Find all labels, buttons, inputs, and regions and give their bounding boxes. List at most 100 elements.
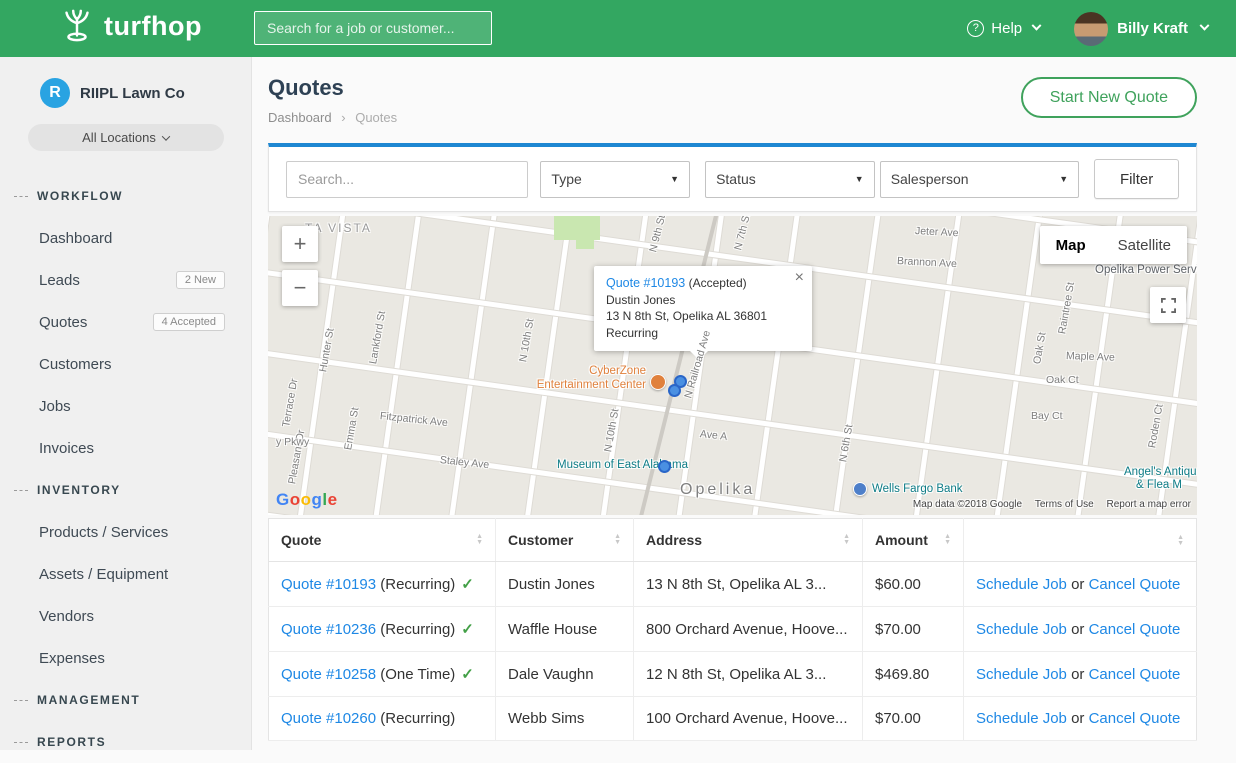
actions-cell: Schedule Job or Cancel Quote: [964, 607, 1197, 652]
park-area: [554, 216, 600, 240]
customer-cell: Dustin Jones: [496, 562, 634, 607]
sort-icon[interactable]: ▲▼: [843, 534, 850, 546]
user-name: Billy Kraft: [1117, 20, 1188, 37]
chevron-down-icon: [1200, 21, 1210, 31]
quote-link[interactable]: Quote #10193: [281, 576, 376, 593]
sidebar-item-vendors[interactable]: Vendors: [0, 595, 251, 637]
quote-link[interactable]: Quote #10260: [281, 710, 376, 727]
avatar: [1074, 12, 1108, 46]
sidebar-item-products-services[interactable]: Products / Services: [0, 511, 251, 553]
poi-power-service: Opelika Power Service: [1095, 264, 1197, 276]
sidebar-section-reports: Reports: [0, 721, 251, 763]
fullscreen-button[interactable]: [1150, 287, 1186, 323]
zoom-out-button[interactable]: −: [282, 270, 318, 306]
turfhop-logo-icon: [58, 8, 96, 44]
poi-icon: [650, 374, 666, 390]
chevron-down-icon: [1032, 21, 1042, 31]
cancel-quote-link[interactable]: Cancel Quote: [1089, 576, 1181, 593]
status-select[interactable]: Status ▼: [705, 161, 875, 198]
sort-icon[interactable]: ▲▼: [476, 534, 483, 546]
breadcrumb: Dashboard › Quotes: [268, 110, 397, 125]
road-line: [809, 216, 900, 515]
type-select-value: Type: [551, 171, 581, 187]
quote-row: Quote #10236 (Recurring)Waffle House800 …: [269, 607, 1197, 652]
sidebar-section-inventory: Inventory: [0, 469, 251, 511]
street-label: Jeter Ave: [915, 225, 959, 239]
page-header: Quotes Dashboard › Quotes Start New Quot…: [268, 57, 1197, 143]
schedule-job-link[interactable]: Schedule Job: [976, 576, 1067, 593]
actions-cell: Schedule Job or Cancel Quote: [964, 562, 1197, 607]
sidebar-item-jobs[interactable]: Jobs: [0, 385, 251, 427]
quote-row: Quote #10260 (Recurring)Webb Sims100 Orc…: [269, 697, 1197, 741]
sidebar-item-leads[interactable]: Leads2 New: [0, 259, 251, 301]
start-new-quote-button[interactable]: Start New Quote: [1021, 77, 1197, 118]
actions-cell: Schedule Job or Cancel Quote: [964, 697, 1197, 741]
table-search-input[interactable]: [286, 161, 528, 198]
customer-cell: Webb Sims: [496, 697, 634, 741]
cancel-quote-link[interactable]: Cancel Quote: [1089, 621, 1181, 638]
street-label: Oak Ct: [1046, 374, 1079, 386]
schedule-job-link[interactable]: Schedule Job: [976, 666, 1067, 683]
terms-link[interactable]: Terms of Use: [1035, 499, 1094, 510]
breadcrumb-dashboard[interactable]: Dashboard: [268, 110, 332, 125]
section-rule-icon: [14, 700, 28, 701]
address-cell: 13 N 8th St, Opelika AL 3...: [634, 562, 863, 607]
address-cell: 100 Orchard Avenue, Hoove...: [634, 697, 863, 741]
sort-icon[interactable]: ▲▼: [614, 534, 621, 546]
sort-icon[interactable]: ▲▼: [1177, 535, 1184, 547]
report-error-link[interactable]: Report a map error: [1107, 499, 1191, 510]
sidebar-item-dashboard[interactable]: Dashboard: [0, 217, 251, 259]
quote-map-marker[interactable]: [658, 460, 671, 473]
map-view-button[interactable]: Map: [1040, 226, 1102, 264]
amount-cell: $60.00: [863, 562, 964, 607]
dropdown-arrow-icon: ▼: [855, 174, 864, 184]
map-canvas[interactable]: TA VISTA CyberZone Entertainment Center …: [268, 216, 1197, 515]
col-header-amount[interactable]: ▲▼Amount: [863, 519, 964, 562]
count-badge: 2 New: [176, 271, 225, 289]
fullscreen-icon: [1161, 298, 1176, 313]
satellite-view-button[interactable]: Satellite: [1102, 226, 1187, 264]
sidebar-item-quotes[interactable]: Quotes4 Accepted: [0, 301, 251, 343]
poi-wells-fargo: Wells Fargo Bank: [853, 482, 963, 496]
col-header-actions[interactable]: ▲▼: [964, 519, 1197, 562]
amount-cell: $70.00: [863, 697, 964, 741]
quote-map-marker[interactable]: [668, 384, 681, 397]
quote-link[interactable]: Quote #10236: [281, 621, 376, 638]
sidebar-item-invoices[interactable]: Invoices: [0, 427, 251, 469]
col-header-customer[interactable]: ▲▼Customer: [496, 519, 634, 562]
close-icon[interactable]: [795, 270, 804, 287]
location-selector[interactable]: All Locations: [28, 124, 224, 151]
sidebar-item-customers[interactable]: Customers: [0, 343, 251, 385]
user-menu[interactable]: Billy Kraft: [1074, 12, 1208, 46]
cancel-quote-link[interactable]: Cancel Quote: [1089, 666, 1181, 683]
zoom-in-button[interactable]: +: [282, 226, 318, 262]
filter-button[interactable]: Filter: [1094, 159, 1179, 199]
sort-icon[interactable]: ▲▼: [944, 534, 951, 546]
global-search-input[interactable]: [254, 11, 492, 45]
sidebar-item-expenses[interactable]: Expenses: [0, 637, 251, 679]
chevron-down-icon: [162, 132, 170, 140]
type-select[interactable]: Type ▼: [540, 161, 690, 198]
company-avatar: R: [40, 78, 70, 108]
accepted-check-icon: [461, 621, 474, 638]
schedule-job-link[interactable]: Schedule Job: [976, 621, 1067, 638]
sidebar: R RIIPL Lawn Co All Locations WorkflowDa…: [0, 57, 252, 750]
sidebar-item-assets-equipment[interactable]: Assets / Equipment: [0, 553, 251, 595]
salesperson-select[interactable]: Salesperson ▼: [880, 161, 1080, 198]
accepted-check-icon: [461, 666, 474, 683]
cancel-quote-link[interactable]: Cancel Quote: [1089, 710, 1181, 727]
schedule-job-link[interactable]: Schedule Job: [976, 710, 1067, 727]
customer-cell: Dale Vaughn: [496, 652, 634, 697]
poi-cyberzone: CyberZone Entertainment Center: [516, 364, 646, 392]
quote-link[interactable]: Quote #10258: [281, 666, 376, 683]
bank-icon: [853, 482, 867, 496]
col-header-address[interactable]: ▲▼Address: [634, 519, 863, 562]
app-logo[interactable]: turfhop: [58, 8, 202, 44]
help-menu[interactable]: Help: [967, 20, 1040, 37]
col-header-quote[interactable]: ▲▼Quote: [269, 519, 496, 562]
info-quote-link[interactable]: Quote #10193: [606, 276, 685, 290]
attribution-text: Map data ©2018 Google: [913, 499, 1022, 510]
quote-cell: Quote #10258 (One Time): [269, 652, 496, 697]
map-type-controls: Map Satellite: [1040, 226, 1187, 264]
main-content: Quotes Dashboard › Quotes Start New Quot…: [252, 57, 1236, 750]
